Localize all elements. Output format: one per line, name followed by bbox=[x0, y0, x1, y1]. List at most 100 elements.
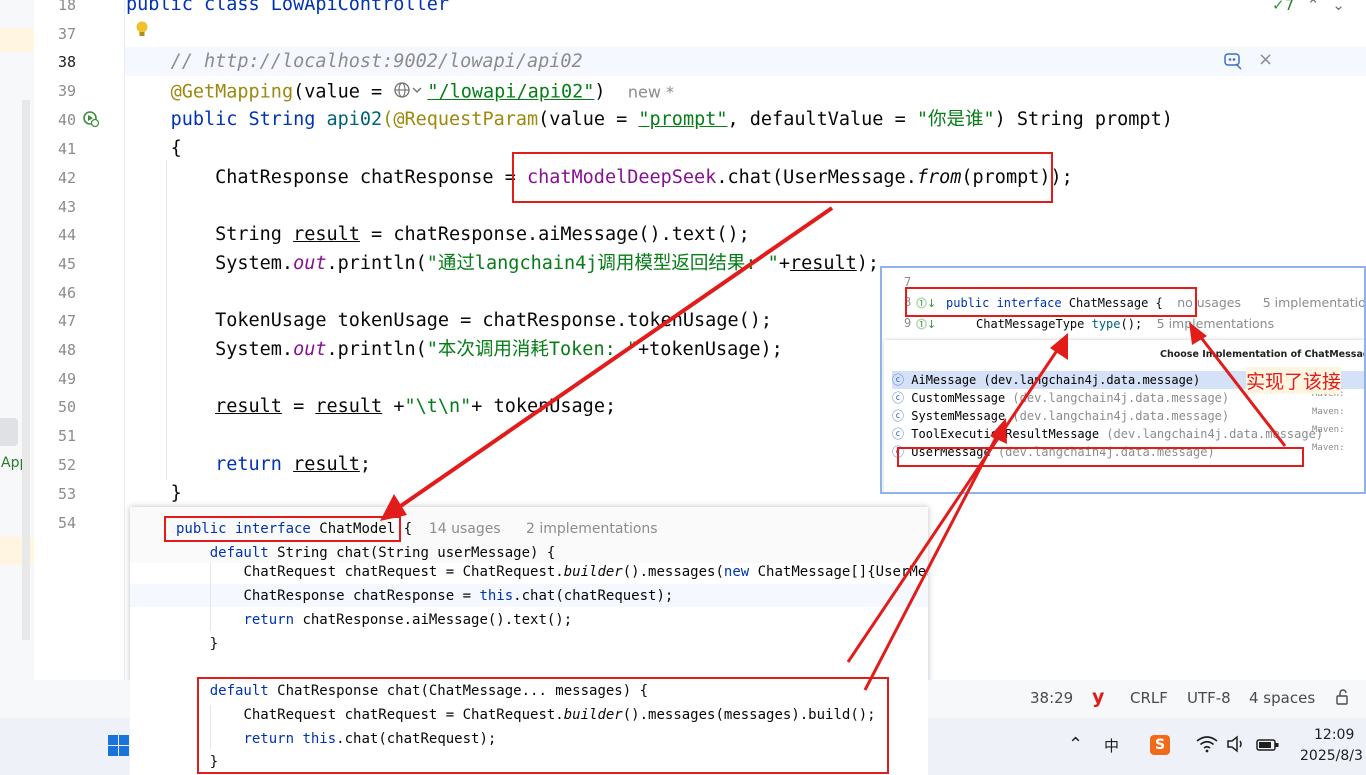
tool-window-marker bbox=[0, 418, 18, 446]
code-line-50: result = result +"\t\n"+ tokenUsage; bbox=[126, 397, 616, 417]
sogou-icon[interactable]: S bbox=[1150, 735, 1170, 755]
code-text: ChatMessageType bbox=[976, 317, 1092, 331]
type-method-line: ChatMessageType type(); 5 implementation… bbox=[976, 316, 1274, 331]
code-text: ChatResponse chatResponse = bbox=[243, 588, 480, 604]
code-text: .println( bbox=[326, 253, 427, 274]
popup-code-line: ChatResponse chatResponse = this.chat(ch… bbox=[176, 588, 673, 604]
code-text: + bbox=[382, 396, 405, 417]
wifi-icon[interactable] bbox=[1196, 735, 1218, 757]
var-result: result bbox=[789, 253, 857, 274]
code-text: = chatResponse.aiMessage().text(); bbox=[359, 224, 750, 245]
mapping-args: (value = bbox=[293, 81, 394, 103]
code-text: (); bbox=[1120, 317, 1143, 331]
code-line-47: TokenUsage tokenUsage = chatResponse.tok… bbox=[126, 311, 772, 331]
check-icon: ✓ bbox=[1272, 0, 1285, 14]
code-text: ().messages( bbox=[622, 564, 724, 580]
chooser-title: Choose Implementation of ChatMessage (5 … bbox=[1160, 349, 1364, 360]
file-encoding[interactable]: UTF-8 bbox=[1187, 689, 1231, 707]
kw-public: public bbox=[170, 109, 238, 130]
close-icon[interactable]: × bbox=[1258, 49, 1273, 70]
line-number: 38 bbox=[57, 53, 76, 71]
implemented-icon[interactable]: ⓵↓ bbox=[916, 316, 936, 332]
chevron-up-icon[interactable]: ⌃ bbox=[1068, 734, 1083, 755]
line-number: 46 bbox=[57, 284, 76, 302]
code-line-52: return result; bbox=[126, 455, 371, 475]
param-name-string: "prompt" bbox=[638, 109, 728, 130]
code-text: ChatResponse chatResponse = bbox=[215, 167, 527, 188]
kw-return: return bbox=[243, 612, 295, 628]
code-line-41: { bbox=[126, 139, 182, 159]
url-comment[interactable]: // http://localhost:9002/lowapi/api02 bbox=[171, 51, 583, 72]
kw-default: default bbox=[209, 545, 269, 561]
scroll-track[interactable] bbox=[22, 100, 30, 640]
var-result: result bbox=[293, 454, 360, 475]
lock-icon[interactable] bbox=[1334, 688, 1352, 710]
popup-code-line: return chatResponse.aiMessage().text(); bbox=[176, 612, 572, 628]
chevron-up-icon[interactable]: ⌃ bbox=[1307, 0, 1320, 14]
line-number: 18 bbox=[57, 0, 76, 14]
line-number: 42 bbox=[57, 169, 76, 187]
line-number: 53 bbox=[57, 485, 76, 503]
param-default-string: "你是谁" bbox=[916, 109, 995, 130]
code-text: ; bbox=[359, 454, 372, 475]
windows-start-icon[interactable] bbox=[108, 734, 130, 758]
impl-package: (dev.langchain4j.data.message) bbox=[1099, 427, 1324, 441]
string-literal: "通过langchain4j调用模型返回结果: " bbox=[426, 253, 779, 274]
impl-item-toolexecutionresultmessage[interactable]: ⓒ ToolExecutionResultMessage (dev.langch… bbox=[892, 425, 1364, 443]
impl-package: (dev.langchain4j.data.message) bbox=[1005, 409, 1230, 423]
editor-gutter bbox=[34, 0, 124, 680]
tool-window-marker bbox=[0, 28, 34, 52]
volume-icon[interactable] bbox=[1226, 735, 1248, 757]
indent-guide bbox=[166, 160, 167, 480]
clock-date[interactable]: 2025/8/3 bbox=[1300, 748, 1363, 764]
code-text: = bbox=[281, 396, 316, 417]
impl-source: Maven: bbox=[1312, 425, 1345, 435]
kw-this: this bbox=[479, 588, 514, 604]
highlight-box-chat-call bbox=[512, 152, 1053, 203]
battery-icon[interactable] bbox=[1256, 737, 1280, 757]
kw-return: return bbox=[215, 454, 282, 475]
new-hint: new * bbox=[627, 82, 674, 102]
code-text: TokenUsage tokenUsage = chatResponse.tok… bbox=[215, 310, 773, 331]
implementations-hint[interactable]: 2 implementations bbox=[526, 521, 658, 537]
usages-hint[interactable]: 14 usages bbox=[429, 521, 501, 537]
ime-indicator[interactable]: 中 bbox=[1104, 735, 1119, 756]
var-result: result bbox=[315, 396, 383, 417]
chevron-down-icon[interactable]: ⌄ bbox=[1332, 0, 1345, 14]
code-text: .chat(chatRequest); bbox=[513, 588, 674, 604]
caret-position[interactable]: 38:29 bbox=[1030, 689, 1073, 707]
impl-name: ToolExecutionResultMessage bbox=[911, 427, 1100, 441]
code-text: + tokenUsage; bbox=[471, 396, 617, 417]
popup-code-line: } bbox=[176, 636, 218, 652]
status-bar: 38:29 y CRLF UTF-8 4 spaces bbox=[928, 680, 1366, 718]
tool-window-strip: App bbox=[0, 0, 35, 680]
plugin-y-icon[interactable]: y bbox=[1092, 686, 1104, 708]
param-args-end: ) String prompt) bbox=[994, 109, 1173, 130]
class-icon: ⓒ bbox=[892, 391, 905, 405]
getmapping-annotation: @GetMapping bbox=[170, 81, 294, 103]
code-line-38: // http://localhost:9002/lowapi/api02 bbox=[126, 52, 583, 72]
line-number: 40 bbox=[57, 111, 76, 129]
clock-time[interactable]: 12:09 bbox=[1314, 727, 1354, 743]
impl-source: Maven: bbox=[1312, 407, 1345, 417]
inspection-widget[interactable]: ✓7 ⌃ ⌄ bbox=[1272, 0, 1366, 16]
bulb-icon[interactable] bbox=[134, 20, 150, 40]
impl-item-systemmessage[interactable]: ⓒ SystemMessage (dev.langchain4j.data.me… bbox=[892, 407, 1364, 425]
globe-icon[interactable] bbox=[393, 81, 427, 104]
implementations-hint[interactable]: 5 implementations bbox=[1263, 295, 1364, 310]
inspection-count: 7 bbox=[1284, 0, 1295, 14]
line-separator[interactable]: CRLF bbox=[1130, 689, 1168, 707]
ai-assistant-icon[interactable] bbox=[1222, 50, 1244, 72]
run-endpoint-icon[interactable] bbox=[82, 110, 100, 128]
line-number: 43 bbox=[57, 198, 76, 216]
code-line-40: public String api02(@RequestParam(value … bbox=[126, 110, 1173, 130]
code-line-44: String result = chatResponse.aiMessage()… bbox=[126, 225, 750, 245]
indent-setting[interactable]: 4 spaces bbox=[1249, 689, 1315, 707]
code-text: String bbox=[215, 224, 294, 245]
taskbar: ⌃ 中 S 12:09 2025/8/3 bbox=[928, 718, 1366, 775]
popup-code-line: ChatRequest chatRequest = ChatRequest.bu… bbox=[176, 564, 928, 580]
implementations-hint[interactable]: 5 implementations bbox=[1157, 316, 1274, 331]
impl-package: (dev.langchain4j.data.message) bbox=[1005, 391, 1230, 405]
impl-package: (dev.langchain4j.data.message) bbox=[976, 373, 1201, 387]
code-text: +tokenUsage); bbox=[638, 339, 783, 360]
